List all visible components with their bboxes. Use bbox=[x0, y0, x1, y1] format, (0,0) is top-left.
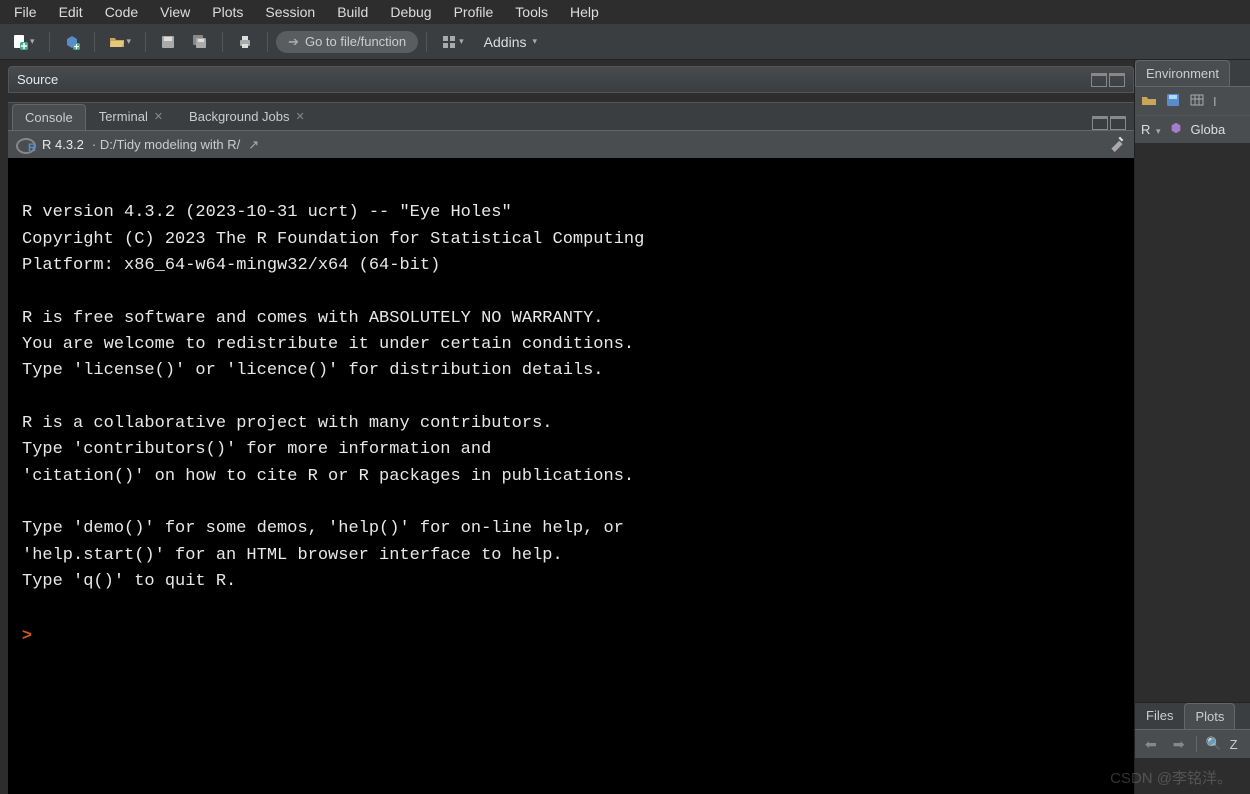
close-icon[interactable]: ✕ bbox=[154, 110, 163, 123]
menu-help[interactable]: Help bbox=[560, 2, 609, 22]
chevron-down-icon: ▾ bbox=[459, 36, 464, 47]
console-pane: ConsoleTerminal✕Background Jobs✕ R 4.3.2… bbox=[8, 102, 1134, 794]
separator bbox=[145, 32, 146, 52]
scope-dropdown[interactable]: R ▾ bbox=[1141, 122, 1161, 137]
files-plots-tabbar: FilesPlots bbox=[1135, 703, 1250, 730]
menubar: FileEditCodeViewPlotsSessionBuildDebugPr… bbox=[0, 0, 1250, 24]
new-file-button[interactable]: ▾ bbox=[6, 30, 41, 54]
menu-file[interactable]: File bbox=[4, 2, 47, 22]
grid-button[interactable]: ▾ bbox=[435, 30, 470, 54]
console-output[interactable]: R version 4.3.2 (2023-10-31 ucrt) -- "Ey… bbox=[8, 158, 1134, 794]
console-info-bar: R 4.3.2 · D:/Tidy modeling with R/ ↗ bbox=[8, 130, 1134, 158]
save-workspace-icon[interactable] bbox=[1165, 92, 1181, 111]
r-logo-icon bbox=[16, 138, 34, 152]
tab-files[interactable]: Files bbox=[1135, 702, 1184, 729]
refresh-button[interactable]: I bbox=[1213, 94, 1217, 109]
global-env-label[interactable]: Globa bbox=[1191, 122, 1226, 137]
menu-profile[interactable]: Profile bbox=[444, 2, 504, 22]
menu-code[interactable]: Code bbox=[95, 2, 148, 22]
environment-content bbox=[1135, 143, 1250, 702]
left-panel: Source ConsoleTerminal✕Background Jobs✕ … bbox=[0, 60, 1134, 794]
tab-background-jobs[interactable]: Background Jobs✕ bbox=[176, 103, 318, 130]
save-button[interactable] bbox=[154, 30, 182, 54]
goto-file-function-box[interactable]: ➔ Go to file/function bbox=[276, 31, 418, 53]
addins-label: Addins bbox=[484, 34, 527, 50]
prev-plot-icon[interactable]: ⬅ bbox=[1141, 734, 1161, 755]
menu-plots[interactable]: Plots bbox=[202, 2, 253, 22]
watermark-text: CSDN @李铭洋。 bbox=[1110, 767, 1232, 788]
arrow-right-icon: ➔ bbox=[288, 34, 299, 50]
cube-icon[interactable] bbox=[1169, 121, 1183, 138]
import-dataset-icon[interactable] bbox=[1189, 92, 1205, 111]
maximize-pane-icon[interactable] bbox=[1109, 73, 1125, 87]
chevron-down-icon: ▾ bbox=[532, 36, 537, 47]
zoom-label: Z bbox=[1230, 737, 1238, 752]
console-prompt: > bbox=[22, 625, 32, 644]
folder-open-icon bbox=[109, 34, 125, 50]
console-tabbar: ConsoleTerminal✕Background Jobs✕ bbox=[8, 102, 1134, 130]
source-pane: Source bbox=[8, 66, 1134, 94]
save-icon bbox=[160, 34, 176, 50]
minimize-pane-icon[interactable] bbox=[1091, 73, 1107, 87]
open-file-button[interactable]: ▾ bbox=[103, 30, 138, 54]
tab-environment[interactable]: Environment bbox=[1135, 60, 1230, 86]
menu-tools[interactable]: Tools bbox=[505, 2, 558, 22]
environment-scope-bar: R ▾ Globa bbox=[1135, 115, 1250, 143]
save-all-button[interactable] bbox=[186, 30, 214, 54]
plots-toolbar: ⬅ ➡ 🔍 Z bbox=[1135, 730, 1250, 758]
separator bbox=[267, 32, 268, 52]
main-toolbar: ▾ ▾ ➔ Go to file/function ▾ Addins ▾ bbox=[0, 24, 1250, 60]
separator bbox=[1196, 736, 1197, 752]
chevron-down-icon: ▾ bbox=[30, 36, 35, 47]
save-all-icon bbox=[192, 34, 208, 50]
tab-console[interactable]: Console bbox=[12, 104, 86, 130]
r-version-label: R 4.3.2 bbox=[42, 137, 84, 152]
workspace: Source ConsoleTerminal✕Background Jobs✕ … bbox=[0, 60, 1250, 794]
load-workspace-icon[interactable] bbox=[1141, 92, 1157, 111]
right-panel: Environment I R ▾ Globa FilesPlots ⬅ ➡ 🔍 bbox=[1134, 60, 1250, 794]
separator bbox=[94, 32, 95, 52]
chevron-down-icon: ▾ bbox=[127, 36, 132, 47]
minimize-pane-icon[interactable] bbox=[1092, 116, 1108, 130]
cube-plus-icon bbox=[64, 34, 80, 50]
maximize-pane-icon[interactable] bbox=[1110, 116, 1126, 130]
grid-icon bbox=[441, 34, 457, 50]
separator bbox=[49, 32, 50, 52]
zoom-icon[interactable]: 🔍 bbox=[1205, 736, 1221, 752]
source-pane-header: Source bbox=[8, 66, 1134, 93]
separator bbox=[426, 32, 427, 52]
environment-pane: Environment I R ▾ Globa bbox=[1135, 60, 1250, 702]
tab-terminal[interactable]: Terminal✕ bbox=[86, 103, 176, 130]
next-plot-icon[interactable]: ➡ bbox=[1169, 734, 1189, 755]
tab-plots[interactable]: Plots bbox=[1184, 703, 1235, 729]
menu-view[interactable]: View bbox=[150, 2, 200, 22]
addins-button[interactable]: Addins ▾ bbox=[474, 30, 547, 54]
print-icon bbox=[237, 34, 253, 50]
print-button[interactable] bbox=[231, 30, 259, 54]
plus-page-icon bbox=[12, 34, 28, 50]
goto-dir-icon[interactable]: ↗ bbox=[248, 137, 259, 153]
environment-tabbar: Environment bbox=[1135, 60, 1250, 87]
source-pane-title: Source bbox=[17, 72, 1091, 87]
new-project-button[interactable] bbox=[58, 30, 86, 54]
menu-debug[interactable]: Debug bbox=[380, 2, 441, 22]
environment-toolbar: I bbox=[1135, 87, 1250, 115]
menu-session[interactable]: Session bbox=[255, 2, 325, 22]
goto-placeholder-text: Go to file/function bbox=[305, 34, 406, 49]
close-icon[interactable]: ✕ bbox=[296, 110, 305, 123]
clear-console-icon[interactable] bbox=[1108, 134, 1126, 155]
separator bbox=[222, 32, 223, 52]
working-directory-label: · D:/Tidy modeling with R/ bbox=[92, 137, 240, 152]
menu-edit[interactable]: Edit bbox=[49, 2, 93, 22]
menu-build[interactable]: Build bbox=[327, 2, 378, 22]
